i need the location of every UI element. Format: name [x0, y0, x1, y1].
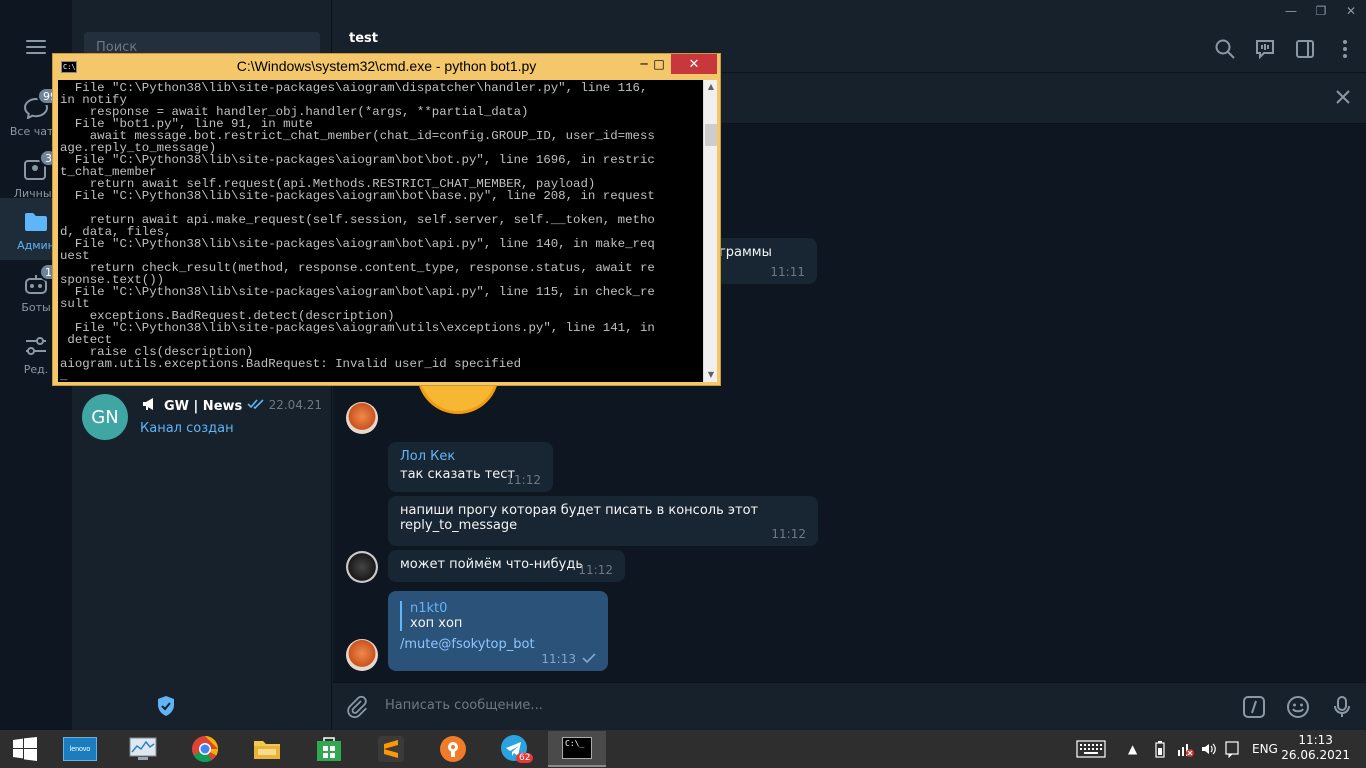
taskbar: lenovo 62 C:\_ ▲ ENG 11:13 26.06.2021 [0, 730, 1366, 768]
menu-icon[interactable] [26, 40, 46, 54]
cmd-icon: C:\_ [562, 737, 592, 759]
shield-icon[interactable] [156, 695, 176, 717]
message-bubble: напиши прогу которая будет писать в конс… [388, 496, 818, 546]
taskbar-cmd[interactable]: C:\_ [548, 731, 606, 767]
avatar[interactable] [346, 639, 378, 671]
attach-icon[interactable] [345, 695, 367, 719]
folder-label: Админ [17, 239, 55, 252]
message-composer: Написать сообщение... [333, 682, 1366, 730]
restore-button[interactable]: ❐ [1306, 0, 1336, 22]
taskbar-lenovo[interactable]: lenovo [52, 731, 108, 767]
network-disconnected-icon[interactable] [1176, 730, 1194, 768]
sublime-text-icon [378, 736, 404, 762]
scroll-thumb[interactable] [705, 124, 717, 146]
reply-text: хоп хоп [410, 616, 463, 631]
taskbar-app-monitor[interactable] [114, 731, 172, 767]
microphone-icon[interactable] [1330, 695, 1354, 719]
vpn-lock-icon [440, 736, 466, 762]
folder-label: Ред. [23, 363, 49, 376]
avatar[interactable] [346, 551, 378, 583]
comments-icon[interactable] [1254, 38, 1276, 60]
more-vertical-icon[interactable] [1334, 38, 1356, 60]
traceback-text: File "C:\Python38\lib\site-packages\aiog… [60, 81, 655, 382]
header-actions [1214, 38, 1356, 60]
message-bubble: может поймём что-нибудь 11:12 [388, 550, 625, 582]
chat-list-item[interactable]: GN GW | News 22.04.21 Канал создан [72, 388, 332, 450]
battery-icon[interactable] [1154, 730, 1166, 768]
message-text: напиши прогу которая будет писать в конс… [400, 503, 759, 518]
sliders-icon [23, 335, 49, 357]
action-center-icon[interactable] [1224, 730, 1240, 768]
taskbar-vpn[interactable] [424, 731, 482, 767]
cmd-close-button[interactable]: ✕ [671, 54, 717, 74]
person-folder-icon: 3 [23, 149, 58, 181]
avatar: GN [82, 394, 128, 440]
cmd-window[interactable]: C:\ C:\Windows\system32\cmd.exe - python… [52, 53, 721, 386]
chats-icon: 99 [23, 87, 63, 120]
bot-icon: 16 [23, 263, 65, 295]
message-time: 11:12 [771, 527, 806, 541]
close-window-button[interactable]: ✕ [1336, 0, 1366, 22]
megaphone-icon [142, 397, 158, 415]
tray-expand-icon[interactable]: ▲ [1128, 730, 1137, 768]
chat-date: 22.04.21 [246, 398, 322, 412]
message-time: 11:11 [770, 265, 805, 279]
taskbar-telegram[interactable]: 62 [486, 731, 544, 767]
store-icon [317, 737, 341, 761]
clock[interactable]: 11:13 26.06.2021 [1281, 733, 1350, 763]
window-controls: — ❐ ✕ [1276, 0, 1366, 22]
cmd-title: C:\Windows\system32\cmd.exe - python bot… [236, 58, 537, 74]
message-time: 11:12 [578, 563, 613, 577]
message-bubble-outgoing: n1kt0 хоп хоп /mute@fsokytop_bot 11:13 [388, 591, 608, 671]
taskbar-sublime[interactable] [362, 731, 420, 767]
resource-monitor-icon [129, 737, 157, 760]
lenovo-icon: lenovo [63, 737, 97, 761]
message-time: 11:12 [506, 473, 541, 487]
chrome-icon [192, 735, 219, 763]
search-icon[interactable] [1214, 38, 1236, 60]
message-time: 11:13 [541, 652, 596, 666]
taskbar-explorer[interactable] [238, 731, 296, 767]
reply-name: n1kt0 [410, 601, 448, 616]
avatar[interactable] [346, 402, 378, 434]
volume-icon[interactable] [1200, 730, 1218, 768]
taskbar-store[interactable] [300, 731, 358, 767]
start-button[interactable] [0, 731, 50, 767]
chat-title: GW | News [142, 397, 242, 415]
message-text: reply_to_message [400, 518, 518, 533]
bot-commands-icon[interactable] [1242, 695, 1266, 719]
folder-label: Боты [21, 301, 51, 314]
check-icon [582, 652, 596, 666]
language-indicator[interactable]: ENG [1252, 730, 1278, 768]
message-input[interactable]: Написать сообщение... [385, 698, 543, 713]
touch-keyboard-icon[interactable] [1076, 730, 1106, 768]
minimize-button[interactable]: — [1276, 0, 1306, 22]
clock-time: 11:13 [1298, 733, 1333, 747]
reply-quote[interactable]: n1kt0 хоп хоп [400, 601, 596, 631]
chat-preview: Канал создан [140, 421, 234, 436]
folder-icon [23, 211, 49, 233]
taskbar-chrome[interactable] [176, 731, 234, 767]
double-check-icon [246, 398, 265, 412]
scroll-down-arrow-icon[interactable]: ▼ [704, 368, 718, 382]
close-icon[interactable] [1334, 88, 1352, 106]
chat-header-title[interactable]: test [349, 31, 378, 46]
bot-command-link[interactable]: /mute@fsokytop_bot [400, 637, 596, 652]
sidebar-toggle-icon[interactable] [1294, 38, 1316, 60]
cmd-scrollbar[interactable]: ▲ ▼ [703, 80, 717, 382]
cmd-maximize-button[interactable]: □ [646, 54, 672, 74]
windows-logo-icon [13, 737, 37, 761]
clock-date: 26.06.2021 [1281, 748, 1350, 762]
cmd-titlebar[interactable]: C:\ C:\Windows\system32\cmd.exe - python… [53, 54, 720, 80]
sticker-emoji [417, 384, 499, 414]
scroll-up-arrow-icon[interactable]: ▲ [704, 80, 718, 94]
file-explorer-icon [254, 741, 280, 759]
telegram-unread-badge: 62 [516, 753, 534, 763]
message-bubble: Лол Кек так сказать тест 11:12 [388, 442, 553, 492]
sender-name[interactable]: Лол Кек [400, 449, 541, 464]
emoji-icon[interactable] [1286, 695, 1310, 719]
console-output[interactable]: File "C:\Python38\lib\site-packages\aiog… [58, 80, 703, 382]
